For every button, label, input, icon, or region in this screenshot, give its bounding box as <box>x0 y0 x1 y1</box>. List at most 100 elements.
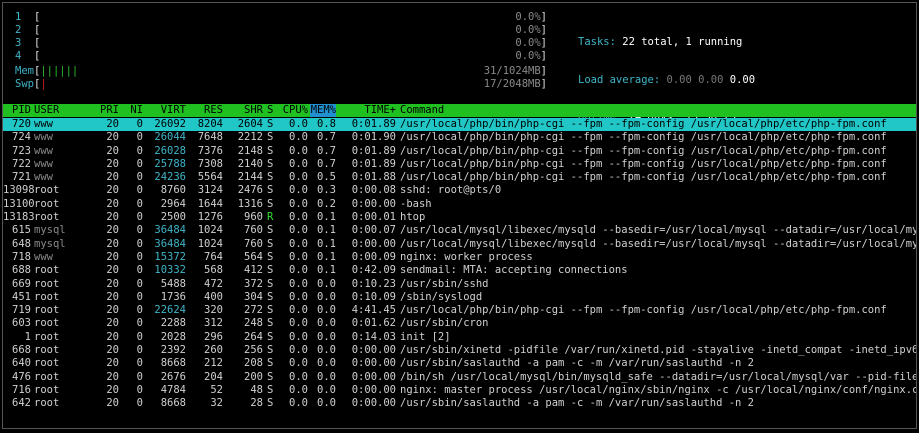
cell-cpu: 0.0 <box>289 118 308 130</box>
cell-user: www <box>34 144 53 157</box>
cell-cpu: 0.0 <box>289 344 308 357</box>
cell-s: S <box>267 344 274 357</box>
process-row[interactable]: 476 root 20 0 2676 204 200 S 0.0 0.0 0:00.00/bin/s… <box>3 370 916 384</box>
cell-user: root <box>34 370 60 383</box>
cell-virt: 26044 <box>154 131 186 144</box>
cell-shr: 272 <box>244 304 263 317</box>
process-row[interactable]: 1 root 20 0 2028 296 264 S 0.0 0.0 0:14.03 init [2] <box>3 330 916 344</box>
cell-cpu: 0.0 <box>289 317 308 330</box>
cell-virt: 8668 <box>160 397 186 410</box>
column-header-mem-sorted[interactable]: MEM% <box>310 104 336 117</box>
cell-virt: 24236 <box>154 171 186 184</box>
cell-pri: 20 <box>106 118 119 130</box>
cell-res: 764 <box>204 250 223 263</box>
cell-s: S <box>267 397 274 410</box>
process-row[interactable]: 668 root 20 0 2392 260 256 S 0.0 0.0 0:00.00/usr/s… <box>3 344 916 357</box>
process-row[interactable]: 13098 root 20 0 8760 3124 2476 S 0.0 0.3 0:00.08 ss… <box>3 184 916 197</box>
process-row[interactable]: 451 root 20 0 1736 400 304 S 0.0 0.0 0:10.09/sbin/… <box>3 290 916 304</box>
cell-cpu: 0.0 <box>289 184 308 197</box>
cell-mem: 0.0 <box>317 383 336 396</box>
cell-s: S <box>267 277 274 290</box>
cell-s: S <box>267 197 274 210</box>
process-row[interactable]: 669 root 20 0 5488 472 372 S 0.0 0.0 0:10.23/usr/s… <box>3 277 916 291</box>
cell-virt: 8760 <box>160 184 186 197</box>
cell-virt: 36484 <box>154 224 186 237</box>
cell-virt: 36484 <box>154 237 186 250</box>
cell-mem: 0.7 <box>317 144 336 157</box>
cell-s: S <box>267 144 274 157</box>
load-average-line: Load average: 0.00 0.00 0.00 <box>578 73 756 86</box>
column-header-cpu[interactable]: CPU% <box>278 104 308 117</box>
process-table-header: PID USER PRI NI VIRT RES SHR S CPU% MEM%… <box>3 104 916 117</box>
cell-mem: 0.8 <box>317 118 336 130</box>
cell-pri: 20 <box>106 144 119 157</box>
process-row[interactable]: 13100 root 20 0 2964 1644 1316 S 0.0 0.2 0:00.00 -b… <box>3 197 916 211</box>
cell-time: 0:00.00 <box>351 357 396 370</box>
cell-pid: 719 <box>12 304 31 317</box>
cell-pri: 20 <box>106 157 119 170</box>
cell-time: 0:10.09 <box>351 290 396 303</box>
cell-ni: 0 <box>136 357 143 370</box>
cell-res: 312 <box>204 317 223 330</box>
cell-pid: 603 <box>12 317 31 330</box>
process-row[interactable]: 648 mysql 20 0 36484 1024 760 S 0.0 0.1 0:00.00/us… <box>3 237 916 251</box>
cell-time: 0:00.00 <box>351 383 396 396</box>
cpu-meter-1: 1 [0.0%] <box>15 11 547 23</box>
cell-shr: 2212 <box>237 131 263 144</box>
cell-mem: 0.1 <box>317 237 336 250</box>
tasks-value: 22 total, 1 running <box>622 36 743 48</box>
process-row[interactable]: 640 root 20 0 8668 212 208 S 0.0 0.0 0:00.00/usr/s… <box>3 357 916 370</box>
cell-pid: 668 <box>12 344 31 357</box>
cell-cpu: 0.0 <box>289 211 308 224</box>
process-row-selected[interactable]: 720 www 20 0 26092 8204 2604 S 0.0 0.8 0:01.89/usr… <box>3 118 916 132</box>
cell-pri: 20 <box>106 397 119 410</box>
process-row[interactable]: 722 www 20 0 25788 7308 2140 S 0.0 0.7 0:01.89/usr… <box>3 157 916 171</box>
swap-value: 17/2048MB <box>483 78 541 90</box>
column-header-pid[interactable]: PID <box>3 104 31 117</box>
cell-pri: 20 <box>106 330 119 343</box>
column-header-virt[interactable]: VIRT <box>148 104 186 117</box>
column-header-command[interactable]: Command <box>400 104 916 117</box>
cell-time: 0:00.00 <box>351 397 396 410</box>
cell-pid: 724 <box>12 131 31 144</box>
column-header-res[interactable]: RES <box>189 104 223 117</box>
process-row[interactable]: 642 root 20 0 8668 32 28 S 0.0 0.0 0:00.00/usr/sbi… <box>3 397 916 410</box>
column-header-state[interactable]: S <box>267 104 275 117</box>
cell-ni: 0 <box>136 118 143 130</box>
cell-ni: 0 <box>136 370 143 383</box>
mem-value: 31/1024MB <box>483 65 541 77</box>
process-row[interactable]: 615 mysql 20 0 36484 1024 760 S 0.0 0.1 0:00.07/us… <box>3 224 916 237</box>
cell-user: root <box>34 197 60 210</box>
cell-virt: 2028 <box>160 330 186 343</box>
cell-ni: 0 <box>136 330 143 343</box>
cell-user: root <box>34 211 60 224</box>
process-row[interactable]: 13183 root 20 0 2500 1276 960 R 0.0 0.1 0:00.01 hto… <box>3 211 916 224</box>
cell-shr: 256 <box>244 344 263 357</box>
cell-virt: 2676 <box>160 370 186 383</box>
process-row[interactable]: 723 www 20 0 26028 7376 2148 S 0.0 0.7 0:01.89/usr… <box>3 144 916 158</box>
process-row[interactable]: 724 www 20 0 26044 7648 2212 S 0.0 0.7 0:01.90/usr… <box>3 131 916 144</box>
process-row[interactable]: 688 root 20 0 10332 568 412 S 0.0 0.1 0:42.09 sendm… <box>3 264 916 277</box>
cell-command: htop <box>400 211 426 224</box>
cell-ni: 0 <box>136 344 143 357</box>
process-row[interactable]: 718 www 20 0 15372 764 564 S 0.0 0.1 0:00.09 nginx:… <box>3 250 916 264</box>
column-header-time[interactable]: TIME+ <box>343 104 396 117</box>
process-row[interactable]: 721 www 20 0 24236 5564 2144 S 0.0 0.5 0:01.88/usr… <box>3 171 916 184</box>
cell-shr: 2476 <box>237 184 263 197</box>
process-row[interactable]: 603 root 20 0 2288 312 248 S 0.0 0.0 0:01.62/usr/s… <box>3 317 916 330</box>
cell-time: 0:01.89 <box>351 144 396 157</box>
cell-cpu: 0.0 <box>289 131 308 144</box>
process-row[interactable]: 716 root 20 0 4784 52 48 S 0.0 0.0 0:00.00 nginx: m… <box>3 383 916 397</box>
column-header-user[interactable]: USER <box>34 104 84 117</box>
cell-user: mysql <box>34 224 66 237</box>
cell-ni: 0 <box>136 397 143 410</box>
column-header-shr[interactable]: SHR <box>227 104 263 117</box>
column-header-pri[interactable]: PRI <box>95 104 119 117</box>
process-row[interactable]: 719 root 20 0 22624 320 272 S 0.0 0.0 4:41.45/usr/… <box>3 304 916 317</box>
cpu-meter-4: 4 [0.0%] <box>15 50 547 62</box>
column-header-ni[interactable]: NI <box>125 104 143 117</box>
cell-ni: 0 <box>136 197 143 210</box>
cell-res: 1024 <box>197 237 223 250</box>
cell-time: 0:01.62 <box>351 317 396 330</box>
cell-pri: 20 <box>106 304 119 317</box>
